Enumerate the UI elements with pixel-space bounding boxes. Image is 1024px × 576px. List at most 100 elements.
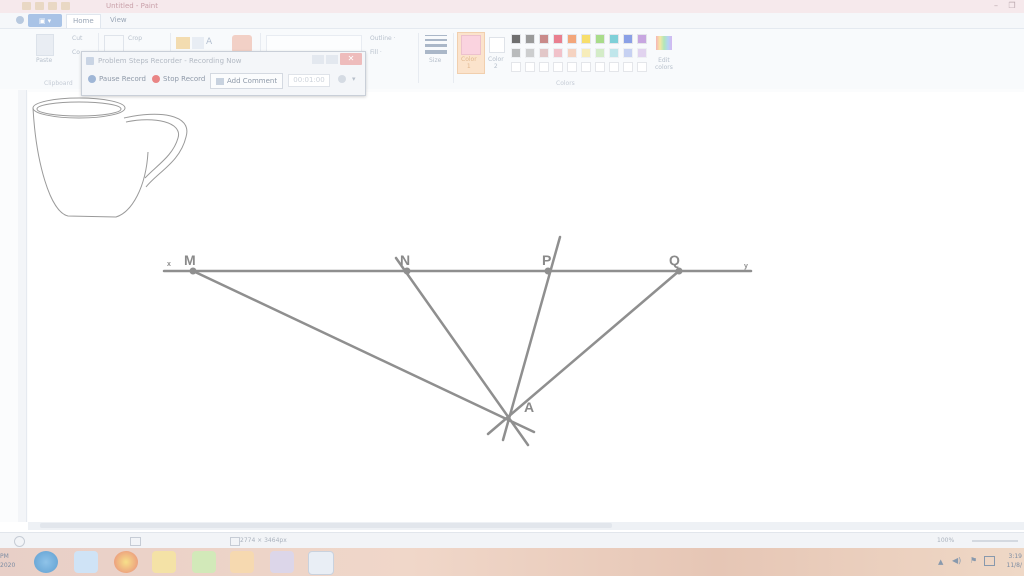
pause-record-button[interactable]: Pause Record [88, 75, 146, 83]
line-ma [191, 269, 536, 434]
colors-group-label: Colors [556, 80, 575, 87]
color-swatch[interactable] [623, 48, 633, 58]
stop-record-button[interactable]: Stop Record [152, 75, 205, 83]
help-icon[interactable] [16, 16, 24, 24]
label-m: M [184, 252, 196, 268]
fill-tool-icon[interactable] [192, 37, 204, 49]
paste-button[interactable]: Paste [36, 57, 52, 64]
flag-icon[interactable]: ⚑ [970, 556, 977, 565]
cup-drawing [32, 97, 188, 218]
size-lines-icon[interactable] [425, 35, 447, 54]
paint-taskbar-icon[interactable] [192, 551, 216, 573]
geometry-figure [162, 235, 753, 447]
maximize-button[interactable]: ❐ [1004, 0, 1020, 11]
crop-button[interactable]: Crop [128, 35, 142, 42]
color-swatch[interactable] [581, 48, 591, 58]
scroll-thumb[interactable] [40, 523, 612, 528]
start-button-icon[interactable] [34, 551, 58, 573]
taskbar-clock[interactable]: 3:19 11/8/ [1007, 552, 1023, 570]
color-swatch[interactable] [609, 48, 619, 58]
horizontal-scrollbar[interactable] [28, 522, 1024, 530]
chevron-down-icon[interactable]: ▾ [352, 75, 356, 83]
zoom-slider[interactable] [972, 540, 1018, 542]
color-swatch[interactable] [567, 62, 577, 72]
recorder-minimize-button[interactable] [326, 55, 338, 64]
color-swatch[interactable] [525, 62, 535, 72]
color-palette[interactable] [511, 34, 651, 78]
size-button[interactable]: Size [429, 57, 441, 64]
add-comment-button[interactable]: Add Comment [210, 73, 284, 89]
color-swatch[interactable] [609, 34, 619, 44]
internet-explorer-icon[interactable] [74, 551, 98, 573]
outline-button[interactable]: Outline · [370, 35, 396, 42]
steps-recorder-window: Problem Steps Recorder - Recording Now ✕… [81, 51, 366, 96]
quick-access-toolbar [22, 2, 70, 10]
color-swatch[interactable] [539, 62, 549, 72]
color-swatch[interactable] [637, 62, 647, 72]
minimize-button[interactable]: – [988, 0, 1004, 11]
edit-colors-icon[interactable] [656, 36, 672, 50]
color-swatch[interactable] [553, 62, 563, 72]
color-swatch[interactable] [595, 62, 605, 72]
color-swatch[interactable] [511, 34, 521, 44]
chrome-icon[interactable] [114, 551, 138, 573]
label-p: P [542, 252, 551, 268]
color2-swatch[interactable] [489, 37, 505, 53]
recorder-icon [86, 57, 94, 65]
color-swatch[interactable] [595, 34, 605, 44]
color-swatch[interactable] [567, 34, 577, 44]
vertical-scrollbar[interactable] [18, 90, 27, 522]
text-tool-icon[interactable]: A [206, 37, 218, 49]
color-swatch[interactable] [511, 48, 521, 58]
photos-icon[interactable] [270, 551, 294, 573]
recorder-close-button[interactable]: ✕ [340, 53, 362, 65]
tray-arrow-icon[interactable]: ▲ [938, 558, 943, 566]
color-swatch[interactable] [581, 34, 591, 44]
pencil-tool-icon[interactable] [176, 37, 190, 49]
point-q [675, 267, 683, 275]
color-swatch[interactable] [539, 34, 549, 44]
image-dimensions: 2774 × 3464px [240, 537, 287, 544]
color-swatch[interactable] [623, 62, 633, 72]
color-swatch[interactable] [567, 48, 577, 58]
color-swatch[interactable] [553, 34, 563, 44]
file-menu-button[interactable]: ▣ ▾ [28, 14, 62, 27]
copy-button[interactable]: Co [72, 49, 80, 56]
stop-record-label: Stop Record [163, 75, 206, 83]
drawing-canvas[interactable]: M N P Q A x y [28, 92, 1024, 522]
color-swatch[interactable] [539, 48, 549, 58]
tab-home[interactable]: Home [66, 14, 101, 28]
file-explorer-icon[interactable] [152, 551, 176, 573]
color-swatch[interactable] [525, 34, 535, 44]
cut-button[interactable]: Cut [72, 35, 82, 42]
taskbar-left-clock: PM 2020 [0, 553, 16, 569]
color-swatch[interactable] [623, 34, 633, 44]
add-icon [14, 536, 25, 547]
fill-button[interactable]: Fill · [370, 49, 382, 56]
tab-view[interactable]: View [110, 16, 127, 24]
volume-icon[interactable]: ◀) [952, 556, 961, 565]
steps-recorder-taskbar-icon[interactable] [308, 551, 334, 575]
color-swatch[interactable] [511, 62, 521, 72]
network-icon[interactable] [984, 556, 995, 566]
color-swatch[interactable] [525, 48, 535, 58]
pause-icon [88, 75, 96, 83]
redo-icon[interactable] [61, 2, 70, 10]
stop-icon [152, 75, 160, 83]
color-swatch[interactable] [595, 48, 605, 58]
color-swatch[interactable] [637, 34, 647, 44]
label-y: y [744, 263, 748, 270]
color-swatch[interactable] [609, 62, 619, 72]
drawing-svg: M N P Q A x y [32, 97, 753, 447]
color-swatch[interactable] [553, 48, 563, 58]
edit-colors-button[interactable]: Edit colors [655, 57, 673, 71]
paste-icon[interactable] [36, 34, 54, 56]
save-icon[interactable] [35, 2, 44, 10]
point-p [544, 267, 552, 275]
color-swatch[interactable] [637, 48, 647, 58]
media-player-icon[interactable] [230, 551, 254, 573]
undo-icon[interactable] [48, 2, 57, 10]
help-icon[interactable] [338, 75, 346, 83]
color-swatch[interactable] [581, 62, 591, 72]
recorder-maximize-button[interactable] [312, 55, 324, 64]
